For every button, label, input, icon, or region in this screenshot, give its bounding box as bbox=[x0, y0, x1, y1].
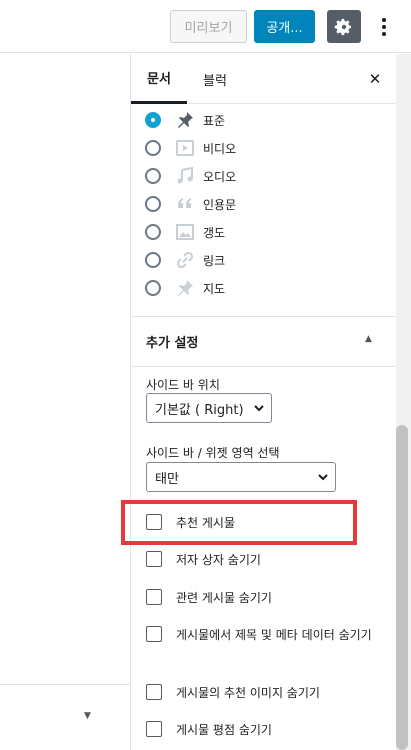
more-vertical-icon bbox=[382, 17, 386, 36]
checkbox-label: 게시물에서 제목 및 메타 데이터 숨기기 bbox=[176, 628, 372, 642]
close-icon: ✕ bbox=[368, 70, 382, 88]
video-icon bbox=[175, 138, 195, 158]
checkbox-hide-author-box[interactable]: 저자 상자 숨기기 bbox=[146, 551, 261, 569]
tab-block[interactable]: 블럭 bbox=[195, 54, 235, 104]
publish-button[interactable]: 공개... bbox=[254, 10, 315, 43]
chevron-down-icon bbox=[254, 405, 264, 412]
sidebar-widget-label: 사이드 바 / 위젯 영역 선택 bbox=[146, 446, 280, 460]
checkbox-hide-title-meta[interactable]: 게시물에서 제목 및 메타 데이터 숨기기 bbox=[146, 626, 381, 644]
post-format-option[interactable]: 표준 bbox=[145, 110, 225, 130]
panel-title[interactable]: 추가 설정 bbox=[146, 332, 198, 351]
settings-button[interactable] bbox=[327, 10, 361, 43]
radio-button[interactable] bbox=[145, 280, 161, 296]
checkbox-hide-featured-image[interactable]: 게시물의 추천 이미지 숨기기 bbox=[146, 684, 320, 702]
close-sidebar-button[interactable]: ✕ bbox=[363, 67, 387, 91]
post-format-option[interactable]: 비디오 bbox=[145, 138, 236, 158]
panel-divider bbox=[131, 366, 411, 367]
pin-icon bbox=[175, 278, 195, 298]
audio-icon bbox=[175, 166, 195, 186]
radio-button[interactable] bbox=[145, 224, 161, 240]
checkbox-hide-related-posts[interactable]: 관련 게시물 숨기기 bbox=[146, 589, 272, 607]
gallery-icon bbox=[175, 222, 195, 242]
post-format-label: 링크 bbox=[203, 253, 226, 268]
post-format-option[interactable]: 오디오 bbox=[145, 166, 236, 186]
post-format-label: 비디오 bbox=[203, 141, 237, 156]
checkbox-label: 저자 상자 숨기기 bbox=[176, 553, 261, 567]
gear-icon bbox=[334, 18, 351, 35]
post-format-label: 지도 bbox=[203, 281, 226, 296]
settings-sidebar: 문서 블럭 ✕ 표준 비디오 오디오 인용문 갱도 링크 지도 추가 설정 ▲ … bbox=[130, 54, 411, 750]
radio-button[interactable] bbox=[145, 140, 161, 156]
chevron-up-icon[interactable]: ▲ bbox=[365, 334, 372, 344]
link-icon bbox=[175, 250, 195, 270]
preview-button[interactable]: 미리보기 bbox=[170, 10, 247, 43]
tab-document[interactable]: 문서 bbox=[131, 54, 187, 104]
select-value: 태만 bbox=[155, 471, 179, 487]
sidebar-widget-select[interactable]: 태만 bbox=[146, 462, 336, 492]
radio-button[interactable] bbox=[145, 112, 161, 128]
scrollbar-thumb[interactable] bbox=[396, 425, 408, 750]
checkbox-label: 게시물 평점 숨기기 bbox=[176, 723, 272, 737]
checkbox[interactable] bbox=[146, 551, 162, 567]
more-options-button[interactable] bbox=[372, 10, 396, 43]
editor-header: 미리보기 공개... bbox=[0, 0, 411, 53]
select-value: 기본값 ( Right) bbox=[155, 402, 244, 418]
radio-button[interactable] bbox=[145, 252, 161, 268]
post-format-label: 갱도 bbox=[203, 225, 226, 240]
sidebar-position-label: 사이드 바 위치 bbox=[146, 378, 220, 392]
post-format-label: 오디오 bbox=[203, 169, 237, 184]
editor-canvas[interactable] bbox=[0, 54, 130, 750]
radio-button[interactable] bbox=[145, 196, 161, 212]
checkbox-label: 게시물의 추천 이미지 숨기기 bbox=[176, 686, 320, 700]
meta-box-divider bbox=[0, 684, 130, 685]
radio-button[interactable] bbox=[145, 168, 161, 184]
checkbox-hide-rating[interactable]: 게시물 평점 숨기기 bbox=[146, 721, 272, 739]
sidebar-tabs: 문서 블럭 ✕ bbox=[131, 54, 411, 104]
post-format-option[interactable]: 지도 bbox=[145, 278, 225, 298]
post-format-option[interactable]: 링크 bbox=[145, 250, 225, 270]
panel-divider bbox=[131, 316, 411, 317]
quote-icon bbox=[175, 194, 195, 214]
checkbox[interactable] bbox=[146, 684, 162, 700]
chevron-down-icon[interactable]: ▼ bbox=[84, 711, 91, 721]
pin-icon bbox=[175, 110, 195, 130]
checkbox[interactable] bbox=[146, 589, 162, 605]
post-format-label: 표준 bbox=[203, 113, 226, 128]
sidebar-position-select[interactable]: 기본값 ( Right) bbox=[146, 393, 272, 423]
post-format-option[interactable]: 인용문 bbox=[145, 194, 236, 214]
highlight-annotation bbox=[121, 500, 357, 545]
checkbox-label: 관련 게시물 숨기기 bbox=[176, 591, 272, 605]
post-format-label: 인용문 bbox=[203, 197, 237, 212]
checkbox[interactable] bbox=[146, 721, 162, 737]
chevron-down-icon bbox=[318, 474, 328, 481]
checkbox[interactable] bbox=[146, 626, 162, 642]
post-format-option[interactable]: 갱도 bbox=[145, 222, 225, 242]
